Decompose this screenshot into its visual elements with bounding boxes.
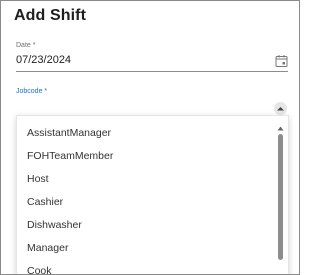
scroll-up-arrow-icon[interactable] [277,119,284,131]
list-item[interactable]: AssistantManager [17,122,282,144]
list-item[interactable]: Manager [17,237,282,259]
jobcode-dropdown-list[interactable]: AssistantManager FOHTeamMember Host Cash… [16,115,289,274]
date-value: 07/23/2024 [16,54,72,66]
scroll-down-arrow-icon[interactable] [277,268,284,274]
date-input[interactable]: 07/23/2024 [16,51,288,72]
jobcode-label: Jobcode * [16,88,48,95]
list-item[interactable]: Dishwasher [17,214,282,236]
list-item[interactable]: Host [17,168,282,190]
list-item[interactable]: FOHTeamMember [17,145,282,167]
scrollbar-thumb[interactable] [278,134,283,260]
calendar-icon[interactable] [275,54,288,67]
chevron-up-icon[interactable] [274,102,287,115]
date-label: Date * [16,42,36,49]
dialog-title: Add Shift [14,7,86,24]
date-field[interactable]: Date * 07/23/2024 [16,41,288,73]
list-item[interactable]: Cook [17,260,282,274]
dropdown-scrollbar[interactable] [276,118,285,274]
add-shift-dialog: Add Shift Date * 07/23/2024 Jobcode * As… [0,0,300,275]
list-item[interactable]: Cashier [17,191,282,213]
